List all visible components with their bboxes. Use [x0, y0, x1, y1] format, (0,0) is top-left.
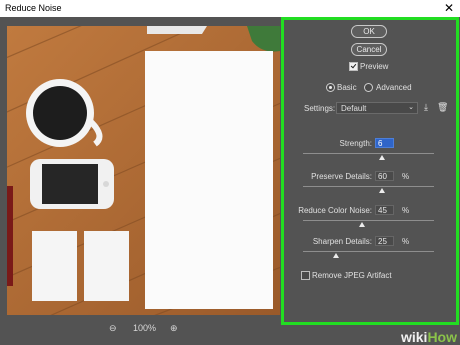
- close-icon[interactable]: ✕: [444, 1, 454, 15]
- basic-label: Basic: [337, 83, 357, 92]
- zoom-out-icon[interactable]: ⊖: [109, 323, 117, 334]
- settings-label: Settings:: [304, 104, 336, 113]
- slider-value-field[interactable]: 25: [375, 236, 394, 246]
- slider-track[interactable]: [303, 220, 434, 221]
- settings-value: Default: [341, 104, 367, 113]
- slider-label: Preserve Details:: [311, 172, 372, 181]
- advanced-radio[interactable]: [364, 83, 373, 92]
- slider-label: Sharpen Details:: [312, 237, 372, 246]
- slider-label: Reduce Color Noise:: [298, 206, 372, 215]
- delete-settings-icon[interactable]: 🗑: [437, 102, 448, 113]
- window-title: Reduce Noise: [5, 3, 62, 13]
- slider-track[interactable]: [303, 251, 434, 252]
- basic-radio[interactable]: [326, 83, 335, 92]
- slider-value-field[interactable]: 60: [375, 171, 394, 181]
- cancel-button[interactable]: Cancel: [351, 43, 387, 56]
- save-settings-icon[interactable]: ⤓: [424, 102, 428, 113]
- notebook-edge: [147, 26, 207, 34]
- slider-value-field[interactable]: 45: [375, 205, 394, 215]
- settings-dropdown[interactable]: Default ⌄: [336, 102, 418, 114]
- preview-image[interactable]: [7, 26, 280, 315]
- wikihow-watermark: wikiHow: [401, 329, 457, 345]
- slider-thumb[interactable]: [379, 188, 385, 193]
- remove-jpeg-checkbox[interactable]: [301, 271, 310, 280]
- zoom-level: 100%: [133, 323, 157, 333]
- desk-photo: [7, 26, 280, 315]
- slider-unit: %: [402, 237, 410, 246]
- title-bar: Reduce Noise ✕: [0, 0, 460, 18]
- watermark-how: How: [427, 329, 457, 345]
- slider-thumb[interactable]: [379, 155, 385, 160]
- preview-checkbox[interactable]: [349, 62, 358, 71]
- slider-track[interactable]: [303, 153, 434, 154]
- remove-jpeg-label: Remove JPEG Artifact: [312, 271, 392, 280]
- slider-unit: %: [402, 172, 410, 181]
- zoom-in-icon[interactable]: ⊕: [170, 323, 178, 334]
- chevron-down-icon: ⌄: [408, 104, 414, 111]
- slider-label: Strength:: [339, 139, 372, 148]
- slider-value-field[interactable]: 6: [375, 138, 394, 148]
- slider-thumb[interactable]: [333, 253, 339, 258]
- slider-track[interactable]: [303, 186, 434, 187]
- preview-label: Preview: [360, 62, 389, 71]
- paper-sheet: [145, 51, 273, 309]
- slider-unit: %: [402, 206, 410, 215]
- advanced-label: Advanced: [376, 83, 412, 92]
- zoom-bar: ⊖ 100% ⊕: [7, 320, 280, 338]
- ok-button[interactable]: OK: [351, 25, 387, 38]
- card-right: [84, 231, 129, 301]
- slider-thumb[interactable]: [359, 222, 365, 227]
- card-left: [32, 231, 77, 301]
- watermark-wiki: wiki: [400, 329, 428, 345]
- pen: [7, 186, 13, 286]
